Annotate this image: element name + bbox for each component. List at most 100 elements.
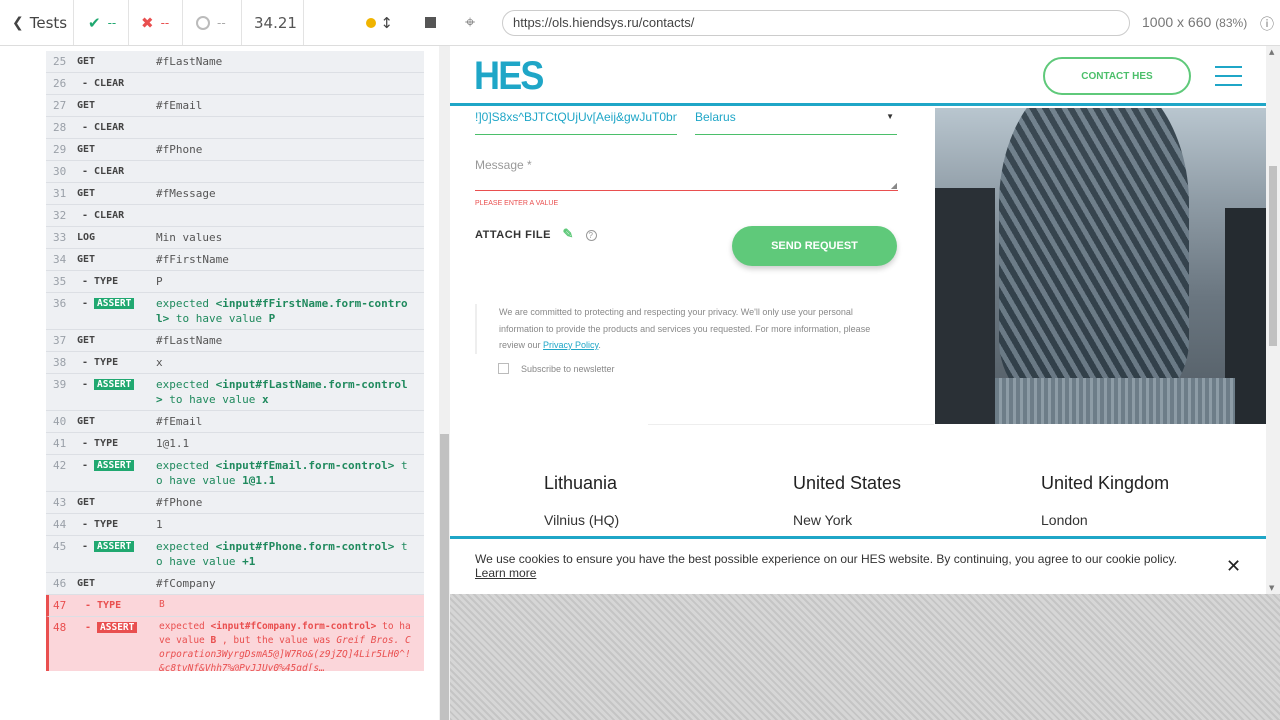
command-name: - TYPE (82, 438, 119, 449)
command-row[interactable]: 40 GET #fEmail (46, 411, 424, 433)
building-photo (935, 108, 1266, 424)
command-row[interactable]: 30 - CLEAR (46, 161, 424, 183)
command-row[interactable]: 38 - TYPE x (46, 352, 424, 374)
failed-command-row[interactable]: 47 - TYPE B (46, 595, 424, 617)
command-name: GET (77, 335, 96, 346)
country-select[interactable]: Belarus ▼ (695, 108, 897, 135)
office-city: London (1041, 512, 1088, 528)
command-number: 37 (53, 334, 67, 347)
command-name: - ASSERT (75, 620, 159, 671)
failed-value: -- (160, 15, 170, 30)
newsletter-checkbox[interactable] (498, 363, 509, 374)
assert-part: +1 (242, 555, 256, 568)
command-number: 48 (53, 621, 67, 634)
info-icon[interactable]: ⓘ (1260, 14, 1274, 34)
command-row[interactable]: 36 - ASSERT expected <input#fFirstName.for… (46, 293, 424, 330)
command-row[interactable]: 33 LOG Min values (46, 227, 424, 249)
pending-value: -- (217, 15, 226, 30)
command-log: 25 GET #fLastName 26 - CLEAR 27 GET #fEmail 28 - … (46, 51, 424, 671)
command-message: #fLastName (156, 55, 223, 68)
command-row[interactable]: 34 GET #fFirstName (46, 249, 424, 271)
command-row[interactable]: 43 GET #fPhone (46, 492, 424, 514)
command-row[interactable]: 25 GET #fLastName (46, 51, 424, 73)
send-request-button[interactable]: SEND REQUEST (732, 226, 897, 266)
resize-handle-icon[interactable]: ◢ (891, 181, 897, 190)
command-name: GET (77, 497, 96, 508)
command-row[interactable]: 26 - CLEAR (46, 73, 424, 95)
command-message: #fEmail (156, 99, 203, 112)
newsletter-option[interactable]: Subscribe to newsletter (498, 363, 615, 374)
privacy-policy-link[interactable]: Privacy Policy (543, 340, 598, 350)
command-row[interactable]: 27 GET #fEmail (46, 95, 424, 117)
hamburger-menu-icon[interactable] (1215, 66, 1242, 86)
command-name: - TYPE (82, 519, 119, 530)
command-name: - TYPE (85, 600, 122, 611)
scroll-up-icon[interactable]: ▲ (1269, 48, 1274, 56)
command-name: - ASSERT (72, 377, 156, 407)
command-number: 30 (53, 165, 67, 178)
selector-playground-icon[interactable]: ⌖ (465, 12, 475, 33)
assert-part: <input#fEmail.form-control> (215, 459, 395, 472)
command-name: GET (77, 100, 96, 111)
error-part: B (210, 635, 217, 646)
help-icon[interactable]: ? (585, 230, 597, 241)
command-row[interactable]: 29 GET #fPhone (46, 139, 424, 161)
command-row[interactable]: 37 GET #fLastName (46, 330, 424, 352)
command-row[interactable]: 46 GET #fCompany (46, 573, 424, 595)
website-scrollbar[interactable]: ▲ ▼ (1266, 46, 1280, 594)
command-row[interactable]: 31 GET #fMessage (46, 183, 424, 205)
command-number: 34 (53, 253, 67, 266)
assert-badge: ASSERT (97, 622, 138, 633)
command-message (156, 164, 424, 179)
command-message: 1@1.1 (156, 437, 190, 450)
command-number: 40 (53, 415, 67, 428)
scroll-down-icon[interactable]: ▼ (1269, 584, 1274, 592)
url-bar[interactable]: https://ols.hiendsys.ru/contacts/ (502, 10, 1130, 36)
command-number: 46 (53, 577, 67, 590)
command-number: 26 (53, 77, 67, 90)
command-row[interactable]: 32 - CLEAR (46, 205, 424, 227)
command-row[interactable]: 45 - ASSERT expected <input#fPhone.form-co… (46, 536, 424, 573)
command-message: expected <input#fFirstName.form-control>… (156, 296, 424, 326)
attach-file[interactable]: ATTACH FILE ✎ ? (475, 226, 597, 242)
learn-more-link[interactable]: Learn more (475, 566, 536, 580)
passed-value: -- (107, 15, 117, 30)
cookie-text: We use cookies to ensure you have the be… (475, 552, 1195, 580)
aut-header: ⌖ https://ols.hiendsys.ru/contacts/ 1000… (450, 0, 1280, 46)
paperclip-icon[interactable]: ✎ (563, 226, 574, 241)
command-number: 36 (53, 297, 67, 310)
command-message: Min values (156, 231, 223, 244)
viewport-size: 1000 x 660 (83%) (1142, 14, 1247, 30)
hes-logo[interactable]: HES (474, 54, 544, 99)
stop-icon[interactable] (425, 17, 436, 28)
command-row[interactable]: 42 - ASSERT expected <input#fEmail.form-co… (46, 455, 424, 492)
failed-command-row[interactable]: 48 - ASSERT expected <input#fCompany.form-… (46, 617, 424, 671)
command-row[interactable]: 35 - TYPE P (46, 271, 424, 293)
contact-hes-button[interactable]: CONTACT HES (1043, 57, 1191, 95)
message-field[interactable]: Message * ◢ (475, 158, 898, 191)
website-scrollbar-thumb[interactable] (1269, 166, 1277, 346)
pending-count: -- (183, 0, 242, 45)
command-message (156, 208, 424, 223)
runner-scrollbar-thumb[interactable] (440, 434, 449, 720)
command-message (156, 120, 424, 135)
tests-button[interactable]: ❮ Tests (0, 0, 74, 45)
auto-scroll-icon[interactable]: ↕ (380, 14, 393, 32)
command-number: 45 (53, 540, 67, 553)
command-name: GET (77, 144, 96, 155)
command-row[interactable]: 28 - CLEAR (46, 117, 424, 139)
assert-part: expected (156, 378, 209, 391)
command-name: GET (77, 188, 96, 199)
message-placeholder: Message * (475, 158, 532, 172)
command-row[interactable]: 41 - TYPE 1@1.1 (46, 433, 424, 455)
command-name: - CLEAR (82, 166, 125, 177)
command-message (156, 76, 424, 91)
close-icon[interactable]: ✕ (1226, 556, 1241, 577)
runner-scrollbar[interactable] (439, 46, 450, 720)
command-row[interactable]: 39 - ASSERT expected <input#fLastName.form… (46, 374, 424, 411)
company-field[interactable]: !]0]S8xs^BJTCtQUjUv[Aeij&gwJuT0bnlxl (475, 108, 677, 135)
divider (648, 424, 934, 425)
office-lithuania: Lithuania Vilnius (HQ) (544, 473, 619, 528)
command-row[interactable]: 44 - TYPE 1 (46, 514, 424, 536)
site-header: HES CONTACT HES (450, 46, 1266, 106)
